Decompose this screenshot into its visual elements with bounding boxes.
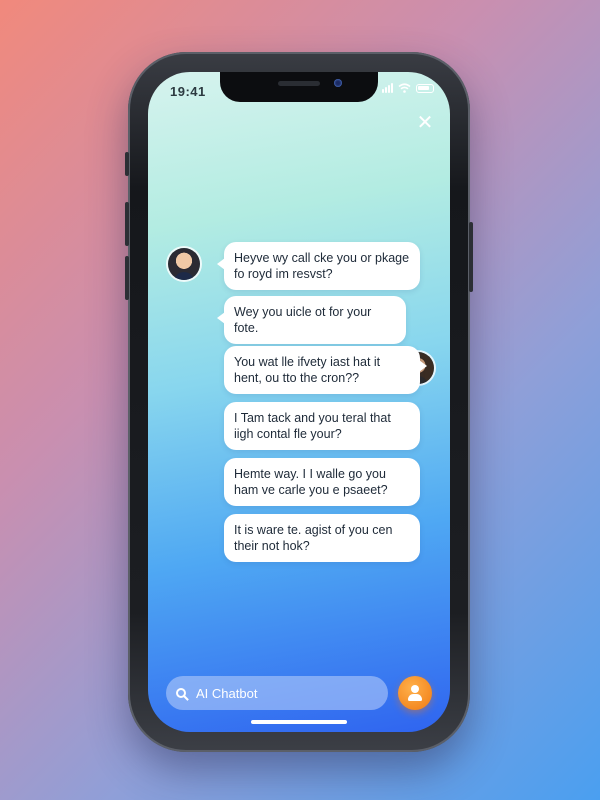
search-icon: [176, 688, 186, 698]
app-screen: 19:41 ✕ Heyve wy call cke you or pkage f…: [148, 72, 450, 732]
message-text: I Tam tack and you teral that iigh conta…: [234, 411, 391, 441]
message-bubble: It is ware te. agist of you cen their no…: [224, 514, 420, 562]
home-indicator[interactable]: [251, 720, 347, 724]
message-text: Hemte way. I I walle go you ham ve carle…: [234, 467, 388, 497]
close-icon: ✕: [416, 112, 434, 134]
message-bubble: Heyve wy call cke you or pkage fo royd i…: [217, 242, 420, 290]
phone-frame: 19:41 ✕ Heyve wy call cke you or pkage f…: [125, 52, 473, 752]
user-icon: [411, 685, 419, 693]
volume-down-button: [125, 256, 129, 300]
chat-input[interactable]: AI Chatbot: [166, 676, 388, 710]
mute-switch: [125, 152, 129, 176]
front-camera: [334, 79, 342, 87]
profile-action-button[interactable]: [398, 676, 432, 710]
status-time: 19:41: [170, 84, 206, 99]
volume-up-button: [125, 202, 129, 246]
message-bubble: You wat lle ifvety iast hat it hent, ou …: [224, 346, 427, 394]
user-avatar: [168, 248, 200, 280]
message-text: It is ware te. agist of you cen their no…: [234, 523, 393, 553]
message-text: You wat lle ifvety iast hat it hent, ou …: [234, 355, 381, 385]
message-bubble: Hemte way. I I walle go you ham ve carle…: [224, 458, 420, 506]
chat-input-placeholder: AI Chatbot: [196, 685, 258, 701]
power-button: [469, 222, 473, 292]
message-bubble: I Tam tack and you teral that iigh conta…: [224, 402, 420, 450]
battery-icon: [416, 83, 434, 93]
signal-icon: [382, 83, 393, 93]
message-bubble: Wey you uicle ot for your fote.: [217, 296, 406, 344]
message-text: Wey you uicle ot for your fote.: [234, 305, 372, 335]
message-text: Heyve wy call cke you or pkage fo royd i…: [234, 251, 410, 281]
wifi-icon: [398, 83, 411, 93]
close-button[interactable]: ✕: [414, 112, 436, 134]
status-icons: [382, 83, 434, 93]
notch: [220, 72, 378, 102]
speaker-grille: [278, 81, 320, 86]
